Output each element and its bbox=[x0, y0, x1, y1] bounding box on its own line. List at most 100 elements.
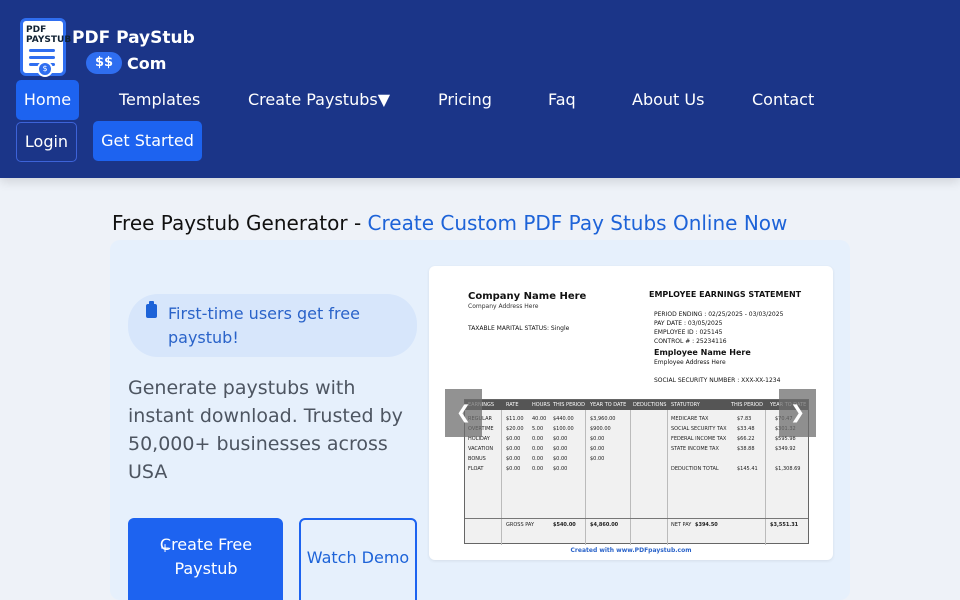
stub-col-stat-period: THIS PERIOD bbox=[731, 402, 763, 408]
nav-create-paystubs-dropdown[interactable]: Create Paystubs▼ bbox=[248, 80, 390, 120]
stub-statutory-period: $33.48 bbox=[737, 426, 755, 432]
stub-total-line bbox=[465, 518, 808, 519]
nav-about-us[interactable]: About Us bbox=[632, 80, 704, 120]
dollar-icon: $$ bbox=[86, 52, 122, 74]
stub-earning-hours: 0.00 bbox=[532, 456, 544, 462]
stub-statutory-period: $66.22 bbox=[737, 436, 755, 442]
watch-demo-button[interactable]: Watch Demo bbox=[299, 518, 417, 600]
stub-earning-period: $100.00 bbox=[553, 426, 574, 432]
logo-doc-label: PDF PAYSTUB bbox=[26, 25, 72, 45]
stub-divider bbox=[667, 410, 668, 545]
stub-statutory-ytd: $1,308.69 bbox=[775, 466, 801, 472]
carousel-next-button[interactable]: ❯ bbox=[779, 389, 816, 437]
stub-marital-status: TAXABLE MARITAL STATUS: Single bbox=[468, 325, 570, 332]
stub-divider bbox=[585, 410, 586, 545]
page-title-accent: Create Custom PDF Pay Stubs Online Now bbox=[367, 211, 788, 235]
stub-earning-period: $0.00 bbox=[553, 466, 568, 472]
stub-net-period: $394.50 bbox=[695, 522, 718, 528]
nav-pricing[interactable]: Pricing bbox=[438, 80, 492, 120]
logo-title: PDF PayStub bbox=[72, 28, 195, 48]
stub-gross-period: $540.00 bbox=[553, 522, 576, 528]
stub-earning-name: FLOAT bbox=[468, 466, 484, 472]
logo-subtitle: $$ Com bbox=[86, 52, 166, 74]
stub-table-header: EARNINGS RATE HOURS THIS PERIOD YEAR TO … bbox=[465, 400, 808, 410]
paystub-sample-image: Company Name Here Company Address Here T… bbox=[429, 266, 833, 560]
stub-earning-ytd: $0.00 bbox=[590, 446, 605, 452]
stub-net-label: NET PAY bbox=[671, 522, 692, 528]
stub-period-ending: PERIOD ENDING : 02/25/2025 - 03/03/2025 bbox=[654, 311, 784, 318]
stub-meta: PERIOD ENDING : 02/25/2025 - 03/03/2025 … bbox=[654, 310, 783, 346]
stub-statutory-period: $38.88 bbox=[737, 446, 755, 452]
stub-earning-ytd: $3,960.00 bbox=[590, 416, 616, 422]
login-button[interactable]: Login bbox=[16, 122, 77, 162]
stub-earning-rate: $11.00 bbox=[506, 416, 524, 422]
stub-col-rate: RATE bbox=[506, 402, 519, 408]
stub-divider bbox=[765, 410, 766, 545]
stub-ssn: SOCIAL SECURITY NUMBER : XXX-XX-1234 bbox=[654, 377, 781, 384]
stub-earning-name: VACATION bbox=[468, 446, 494, 452]
stub-earning-hours: 0.00 bbox=[532, 466, 544, 472]
stub-statutory-name: STATE INCOME TAX bbox=[671, 446, 719, 452]
stub-earning-hours: 40.00 bbox=[532, 416, 547, 422]
hero-description: Generate paystubs with instant download.… bbox=[128, 377, 403, 483]
stub-statutory-name: DEDUCTION TOTAL bbox=[671, 466, 719, 472]
nav-templates[interactable]: Templates bbox=[119, 80, 200, 120]
stub-earning-period: $440.00 bbox=[553, 416, 574, 422]
stub-divider bbox=[630, 410, 631, 545]
stub-employee-address: Employee Address Here bbox=[654, 359, 726, 366]
paystub-document-icon: PDF PAYSTUB $ bbox=[20, 18, 71, 77]
stub-earning-rate: $0.00 bbox=[506, 436, 521, 442]
site-header: PDF PAYSTUB $ PDF PayStub $$ Com Home Te… bbox=[0, 0, 960, 178]
page-title-prefix: Free Paystub Generator - bbox=[112, 211, 368, 235]
get-started-button[interactable]: Get Started bbox=[93, 121, 202, 161]
stub-net-ytd: $3,551.31 bbox=[770, 522, 799, 528]
clipboard-icon bbox=[146, 301, 157, 318]
stub-earning-hours: 5.00 bbox=[532, 426, 544, 432]
badge-text: First-time users get free paystub! bbox=[168, 304, 360, 347]
logo-com: Com bbox=[127, 53, 167, 73]
stub-col-hours: HOURS bbox=[532, 402, 551, 408]
stub-gross-label: GROSS PAY bbox=[506, 522, 535, 528]
stub-earning-ytd: $0.00 bbox=[590, 436, 605, 442]
create-free-paystub-button[interactable]: + Create Free Paystub bbox=[128, 518, 283, 600]
stub-earning-rate: $20.00 bbox=[506, 426, 524, 432]
stub-earning-period: $0.00 bbox=[553, 436, 568, 442]
nav-faq[interactable]: Faq bbox=[548, 80, 576, 120]
stub-earning-period: $0.00 bbox=[553, 446, 568, 452]
stub-company-address: Company Address Here bbox=[468, 303, 539, 310]
stub-col-ytd: YEAR TO DATE bbox=[590, 402, 627, 408]
stub-earnings-table: EARNINGS RATE HOURS THIS PERIOD YEAR TO … bbox=[464, 399, 809, 545]
stub-statutory-period: $7.83 bbox=[737, 416, 752, 422]
stub-pay-date: PAY DATE : 03/05/2025 bbox=[654, 320, 723, 327]
stub-earning-rate: $0.00 bbox=[506, 446, 521, 452]
stub-statutory-period: $145.41 bbox=[737, 466, 758, 472]
stub-statutory-name: SOCIAL SECURITY TAX bbox=[671, 426, 727, 432]
nav-home[interactable]: Home bbox=[16, 80, 79, 120]
coin-icon: $ bbox=[37, 61, 53, 77]
stub-earning-period: $0.00 bbox=[553, 456, 568, 462]
stub-divider bbox=[501, 410, 502, 545]
stub-earning-hours: 0.00 bbox=[532, 446, 544, 452]
free-paystub-badge: First-time users get free paystub! bbox=[128, 294, 417, 357]
plus-icon: + bbox=[160, 541, 171, 555]
stub-earning-ytd: $900.00 bbox=[590, 426, 611, 432]
stub-earning-hours: 0.00 bbox=[532, 436, 544, 442]
stub-company-name: Company Name Here bbox=[468, 291, 587, 302]
stub-statement-title: EMPLOYEE EARNINGS STATEMENT bbox=[649, 290, 802, 299]
stub-gross-ytd: $4,860.00 bbox=[590, 522, 619, 528]
stub-col-deductions: DEDUCTIONS bbox=[633, 402, 667, 408]
page-title: Free Paystub Generator - Create Custom P… bbox=[112, 211, 787, 235]
stub-col-statutory: STATUTORY bbox=[671, 402, 700, 408]
carousel-prev-button[interactable]: ❮ bbox=[445, 389, 482, 437]
stub-earning-name: BONUS bbox=[468, 456, 486, 462]
stub-employee-name: Employee Name Here bbox=[654, 348, 751, 357]
stub-employee-id: EMPLOYEE ID : 025145 bbox=[654, 329, 723, 336]
site-logo[interactable]: PDF PAYSTUB $ PDF PayStub $$ Com bbox=[20, 18, 195, 78]
stub-earning-rate: $0.00 bbox=[506, 456, 521, 462]
nav-contact[interactable]: Contact bbox=[752, 80, 814, 120]
stub-earning-rate: $0.00 bbox=[506, 466, 521, 472]
stub-control: CONTROL # : 25234116 bbox=[654, 338, 727, 345]
stub-statutory-name: FEDERAL INCOME TAX bbox=[671, 436, 727, 442]
stub-earning-ytd: $0.00 bbox=[590, 456, 605, 462]
stub-footer: Created with www.PDFpaystub.com bbox=[570, 547, 692, 554]
